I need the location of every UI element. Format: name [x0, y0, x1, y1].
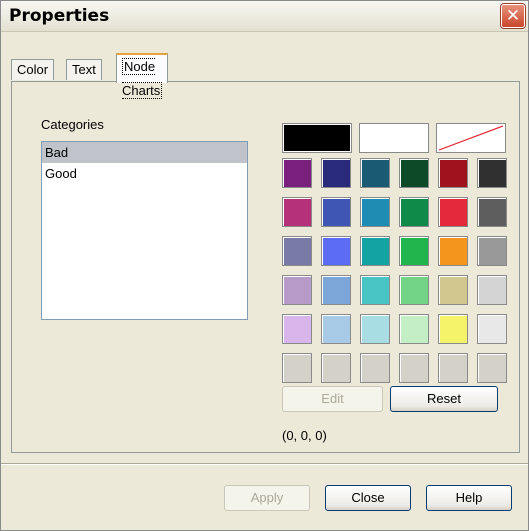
- color-swatch[interactable]: [321, 314, 351, 344]
- color-swatch[interactable]: [477, 314, 507, 344]
- color-swatch[interactable]: [360, 353, 390, 383]
- color-swatch[interactable]: [438, 158, 468, 188]
- color-swatch[interactable]: [477, 353, 507, 383]
- color-swatch[interactable]: [282, 236, 312, 266]
- color-swatch[interactable]: [282, 353, 312, 383]
- color-swatch[interactable]: [321, 275, 351, 305]
- close-icon[interactable]: ✕: [501, 4, 525, 28]
- tab-node-charts[interactable]: Node Charts: [116, 53, 169, 99]
- apply-button[interactable]: Apply: [224, 485, 310, 511]
- color-swatch[interactable]: [360, 314, 390, 344]
- tab-color[interactable]: Color: [11, 59, 55, 80]
- swatch-white[interactable]: [359, 123, 429, 153]
- color-swatch[interactable]: [438, 353, 468, 383]
- help-button[interactable]: Help: [426, 485, 512, 511]
- color-swatch[interactable]: [438, 314, 468, 344]
- color-swatch[interactable]: [438, 197, 468, 227]
- color-swatch[interactable]: [399, 197, 429, 227]
- color-swatch[interactable]: [399, 158, 429, 188]
- color-swatch[interactable]: [360, 158, 390, 188]
- close-button[interactable]: Close: [325, 485, 411, 511]
- color-swatch[interactable]: [282, 314, 312, 344]
- color-swatch[interactable]: [282, 197, 312, 227]
- categories-list[interactable]: Bad Good: [41, 141, 248, 320]
- list-item-bad[interactable]: Bad: [42, 142, 247, 163]
- reset-button[interactable]: Reset: [390, 386, 498, 412]
- color-swatch[interactable]: [477, 236, 507, 266]
- window-title: Properties: [9, 6, 110, 26]
- tab-text[interactable]: Text: [66, 59, 102, 80]
- color-swatch[interactable]: [399, 314, 429, 344]
- edit-button[interactable]: Edit: [282, 386, 383, 412]
- color-swatch[interactable]: [477, 158, 507, 188]
- color-swatch[interactable]: [321, 353, 351, 383]
- color-swatch[interactable]: [321, 236, 351, 266]
- color-swatch[interactable]: [477, 197, 507, 227]
- color-swatch[interactable]: [321, 197, 351, 227]
- color-swatch[interactable]: [282, 158, 312, 188]
- color-swatch[interactable]: [360, 275, 390, 305]
- color-swatch[interactable]: [438, 236, 468, 266]
- rgb-readout: (0, 0, 0): [282, 428, 327, 443]
- color-swatch[interactable]: [321, 158, 351, 188]
- color-swatch[interactable]: [399, 275, 429, 305]
- footer-divider: [1, 463, 528, 465]
- swatch-no-color[interactable]: [436, 123, 506, 153]
- color-swatch[interactable]: [360, 197, 390, 227]
- color-swatch[interactable]: [360, 236, 390, 266]
- color-swatch[interactable]: [399, 353, 429, 383]
- color-swatch[interactable]: [282, 275, 312, 305]
- title-bar[interactable]: Properties ✕: [1, 1, 528, 32]
- color-swatch[interactable]: [438, 275, 468, 305]
- properties-dialog: Properties ✕ Color Text Node Charts Cate…: [0, 0, 529, 531]
- swatch-black[interactable]: [282, 123, 352, 153]
- color-swatch[interactable]: [477, 275, 507, 305]
- categories-label: Categories: [41, 117, 104, 132]
- color-swatch[interactable]: [399, 236, 429, 266]
- list-item-good[interactable]: Good: [42, 163, 247, 184]
